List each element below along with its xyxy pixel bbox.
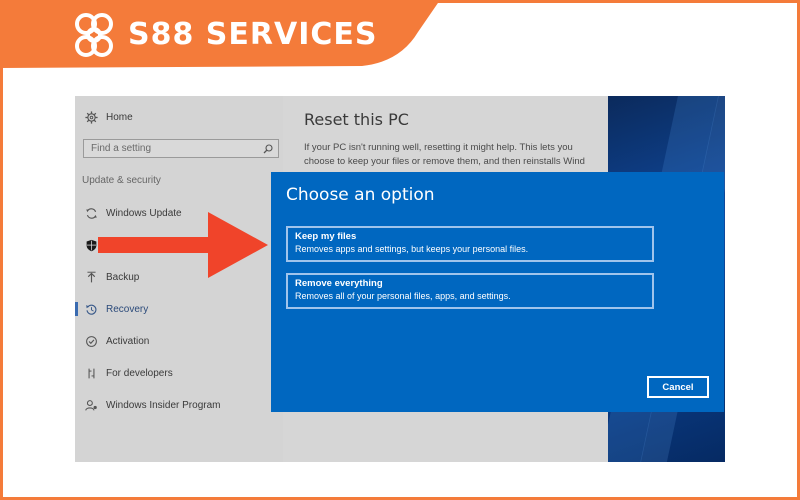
search-input[interactable]: Find a setting [83, 139, 279, 158]
page-description: If your PC isn't running well, resetting… [304, 142, 585, 167]
red-arrow-icon [98, 212, 268, 278]
sidebar-item-label: Recovery [106, 303, 149, 315]
search-icon [263, 143, 273, 153]
nav-home-label: Home [106, 111, 133, 123]
shield-icon [83, 237, 99, 253]
windows-settings-screenshot: Home Find a setting Update & security Wi… [75, 96, 725, 462]
insider-icon [83, 397, 99, 413]
cancel-button[interactable]: Cancel [647, 376, 709, 398]
settings-sidebar: Home Find a setting Update & security Wi… [75, 96, 283, 462]
sidebar-item-recovery[interactable]: Recovery [83, 299, 148, 319]
dialog-title: Choose an option [286, 185, 435, 205]
sidebar-item-activation[interactable]: Activation [83, 331, 149, 351]
remove-everything-option[interactable]: Remove everything Removes all of your pe… [286, 273, 654, 309]
option-description: Removes apps and settings, but keeps you… [295, 244, 529, 254]
search-placeholder: Find a setting [91, 143, 152, 154]
section-title: Update & security [82, 175, 161, 186]
sidebar-item-windows-insider[interactable]: Windows Insider Program [83, 395, 220, 415]
sidebar-item-label: Windows Insider Program [106, 399, 221, 411]
gear-icon [83, 109, 99, 125]
recovery-icon [83, 301, 99, 317]
backup-icon [83, 269, 99, 285]
choose-option-dialog: Choose an option Keep my files Removes a… [271, 172, 724, 412]
sync-icon [83, 205, 99, 221]
activation-icon [83, 333, 99, 349]
brand-name: S88 SERVICES [128, 17, 378, 52]
brand-logo-icon [75, 13, 113, 57]
active-indicator [75, 302, 78, 316]
sidebar-item-label: Activation [106, 335, 150, 347]
option-title: Remove everything [295, 278, 383, 289]
option-title: Keep my files [295, 231, 357, 242]
nav-home[interactable]: Home [83, 107, 133, 127]
sidebar-item-for-developers[interactable]: For developers [83, 363, 173, 383]
page-title: Reset this PC [304, 110, 409, 129]
keep-my-files-option[interactable]: Keep my files Removes apps and settings,… [286, 226, 654, 262]
sidebar-item-label: For developers [106, 367, 173, 379]
developer-icon [83, 365, 99, 381]
option-description: Removes all of your personal files, apps… [295, 291, 511, 301]
brand-banner: S88 SERVICES [0, 0, 440, 68]
